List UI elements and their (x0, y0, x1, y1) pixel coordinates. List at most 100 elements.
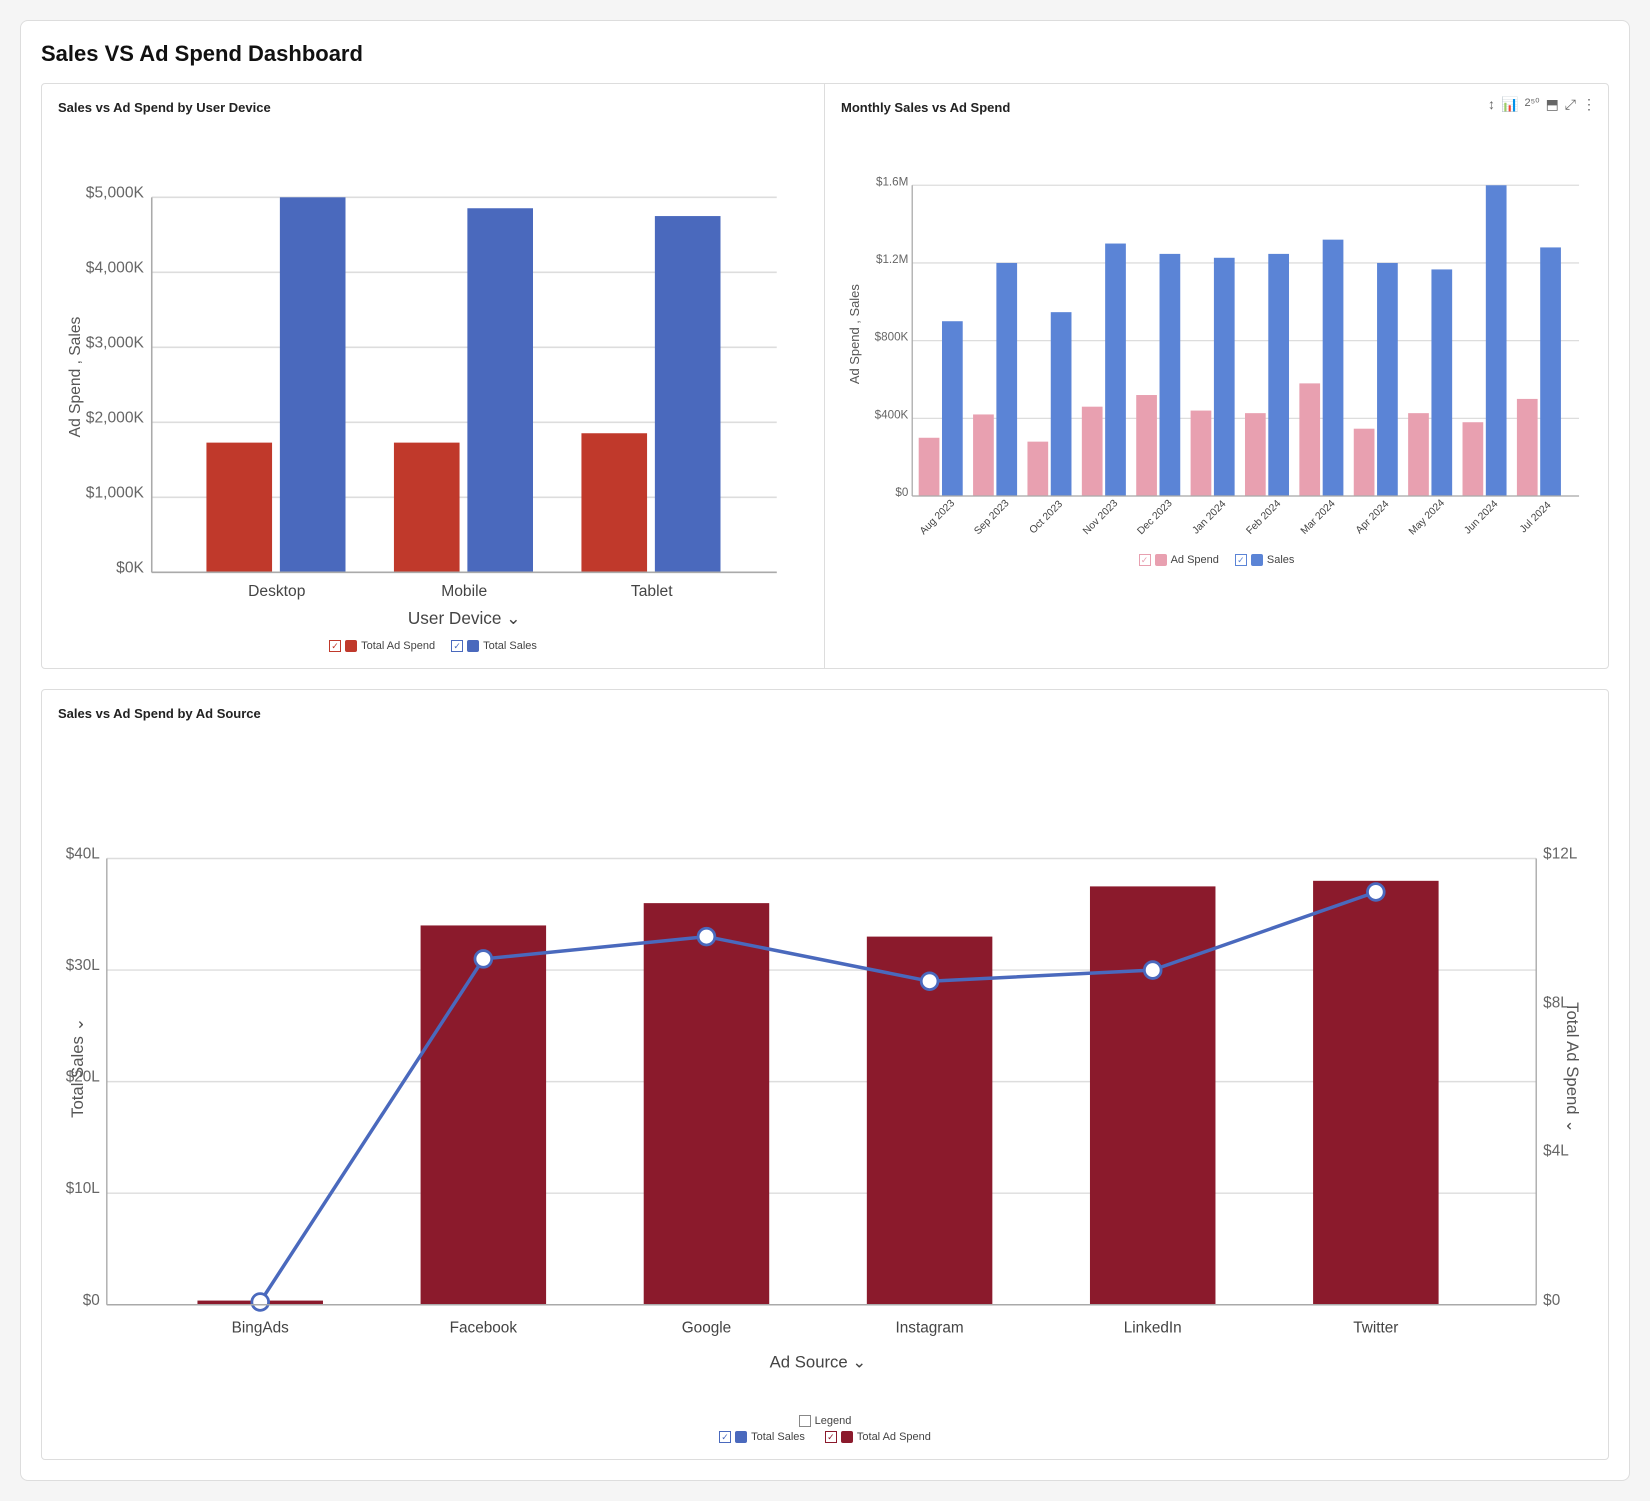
more-icon[interactable]: ⋮ (1582, 96, 1596, 113)
bar-oct-adspend (1027, 442, 1048, 496)
svg-text:Jul 2024: Jul 2024 (1518, 500, 1554, 536)
chart3-total-sales-checkbox[interactable] (719, 1431, 731, 1443)
bar-jul-adspend (1517, 399, 1538, 496)
top-row: Sales vs Ad Spend by User Device Ad Spen… (41, 83, 1609, 669)
bar-dec-sales (1160, 254, 1181, 496)
svg-text:$1.2M: $1.2M (876, 253, 908, 266)
bar-linkedin-adspend (1090, 886, 1216, 1304)
chart1-y-axis-label: Ad Spend , Sales (67, 316, 84, 437)
svg-text:Ad Source ⌄: Ad Source ⌄ (770, 1353, 867, 1372)
chart3-point-bing (252, 1294, 269, 1311)
chart2-sales-checkbox[interactable] (1235, 554, 1247, 566)
svg-text:$12L: $12L (1543, 846, 1578, 863)
chart1-legend: Total Ad Spend Total Sales (58, 640, 808, 652)
svg-text:$1.6M: $1.6M (876, 175, 908, 188)
chart1-svg: Ad Spend , Sales $0K $1,000K $2,000K $3,… (58, 127, 808, 627)
chart3-total-sales-label: Total Sales (751, 1431, 805, 1443)
svg-text:$30L: $30L (66, 957, 101, 974)
bar-oct-sales (1051, 312, 1072, 496)
export-icon[interactable]: ⬒ (1546, 96, 1559, 113)
bar-jun-adspend (1463, 422, 1484, 496)
bar-mar-adspend (1299, 383, 1320, 496)
svg-text:$10L: $10L (66, 1180, 101, 1197)
svg-text:Ad Spend , Sales: Ad Spend , Sales (847, 284, 862, 384)
svg-text:$5,000K: $5,000K (86, 184, 145, 201)
svg-text:LinkedIn: LinkedIn (1124, 1320, 1182, 1337)
chart3-point-google (698, 928, 715, 945)
svg-text:Dec 2023: Dec 2023 (1136, 498, 1175, 537)
sort-icon[interactable]: ↕ (1488, 96, 1495, 113)
bar-dec-adspend (1136, 395, 1157, 496)
svg-text:Aug 2023: Aug 2023 (918, 498, 957, 537)
chart3-legend-checkbox[interactable] (799, 1415, 811, 1427)
chart2-adspend-swatch (1155, 554, 1167, 566)
svg-text:Mar 2024: Mar 2024 (1299, 498, 1338, 537)
svg-text:$3,000K: $3,000K (86, 334, 145, 351)
chart3-legend-items-row: Total Sales Total Ad Spend (719, 1431, 931, 1443)
chart1-bar-tablet-sales (655, 216, 721, 572)
chart1-legend-sales-checkbox[interactable] (451, 640, 463, 652)
chart1-legend-sales: Total Sales (451, 640, 537, 652)
chart3-point-linkedin (1144, 962, 1161, 979)
chart3-legend-main-label: Legend (815, 1415, 852, 1427)
bar-mar-sales (1323, 240, 1344, 496)
svg-text:Feb 2024: Feb 2024 (1245, 498, 1284, 537)
svg-text:$4,000K: $4,000K (86, 259, 145, 276)
bar-jan-sales (1214, 258, 1235, 496)
chart3-title: Sales vs Ad Spend by Ad Source (58, 706, 1592, 721)
chart2-legend: Ad Spend Sales (841, 554, 1592, 566)
chart2-legend-adspend: Ad Spend (1139, 554, 1219, 566)
chart3-total-adspend-checkbox[interactable] (825, 1431, 837, 1443)
bar-feb-adspend (1245, 413, 1266, 496)
chart1-bar-tablet-adspend (581, 433, 647, 572)
chart1-legend-sales-label: Total Sales (483, 640, 537, 652)
chart1-title: Sales vs Ad Spend by User Device (58, 100, 808, 115)
chart3-total-adspend-label: Total Ad Spend (857, 1431, 931, 1443)
bar-apr-adspend (1354, 429, 1375, 496)
bar-chart-icon[interactable]: 📊 (1501, 96, 1518, 113)
bar-may-sales (1431, 269, 1452, 496)
svg-text:Instagram: Instagram (896, 1320, 964, 1337)
chart1-bar-desktop-adspend (206, 443, 272, 573)
bar-sep-adspend (973, 414, 994, 496)
svg-text:$40L: $40L (66, 846, 101, 863)
chart2-toolbar: ↕ 📊 2⁵⁰ ⬒ ⤢ ⋮ (1488, 96, 1596, 113)
svg-text:$4L: $4L (1543, 1143, 1569, 1160)
25x-icon[interactable]: 2⁵⁰ (1524, 96, 1539, 113)
svg-text:$2,000K: $2,000K (86, 409, 145, 426)
chart3-legend-total-sales: Total Sales (719, 1431, 805, 1443)
svg-text:Apr 2024: Apr 2024 (1354, 499, 1392, 537)
bar-sep-sales (996, 263, 1017, 496)
chart2-panel: Monthly Sales vs Ad Spend ↕ 📊 2⁵⁰ ⬒ ⤢ ⋮ … (825, 84, 1608, 668)
chart1-bar-desktop-sales (280, 197, 346, 572)
bar-feb-sales (1268, 254, 1289, 496)
bar-nov-adspend (1082, 407, 1103, 496)
chart2-legend-sales: Sales (1235, 554, 1295, 566)
bar-twitter-adspend (1313, 881, 1439, 1305)
bar-google-adspend (644, 903, 770, 1305)
svg-text:Sep 2023: Sep 2023 (972, 498, 1011, 537)
bar-facebook-adspend (421, 925, 547, 1304)
bar-jun-sales (1486, 185, 1507, 496)
svg-text:$0: $0 (1543, 1292, 1560, 1309)
chart3-legend: Legend Total Sales Total Ad Spend (58, 1415, 1592, 1443)
svg-text:Facebook: Facebook (450, 1320, 518, 1337)
chart3-point-instagram (921, 973, 938, 990)
expand-icon[interactable]: ⤢ (1565, 96, 1576, 113)
chart3-total-adspend-swatch (841, 1431, 853, 1443)
svg-text:Jun 2024: Jun 2024 (1463, 498, 1501, 536)
chart3-point-facebook (475, 951, 492, 968)
svg-text:$1,000K: $1,000K (86, 484, 145, 501)
chart1-legend-adspend-checkbox[interactable] (329, 640, 341, 652)
svg-text:$20L: $20L (66, 1069, 101, 1086)
svg-text:Jan 2024: Jan 2024 (1191, 498, 1229, 536)
chart2-adspend-checkbox[interactable] (1139, 554, 1151, 566)
svg-text:$400K: $400K (875, 408, 909, 421)
svg-text:$800K: $800K (875, 331, 909, 344)
svg-text:$0: $0 (83, 1292, 100, 1309)
dashboard-title: Sales VS Ad Spend Dashboard (41, 41, 1609, 67)
chart2-title: Monthly Sales vs Ad Spend (841, 100, 1592, 115)
bar-may-adspend (1408, 413, 1429, 496)
bar-nov-sales (1105, 244, 1126, 496)
svg-text:Twitter: Twitter (1353, 1320, 1398, 1337)
